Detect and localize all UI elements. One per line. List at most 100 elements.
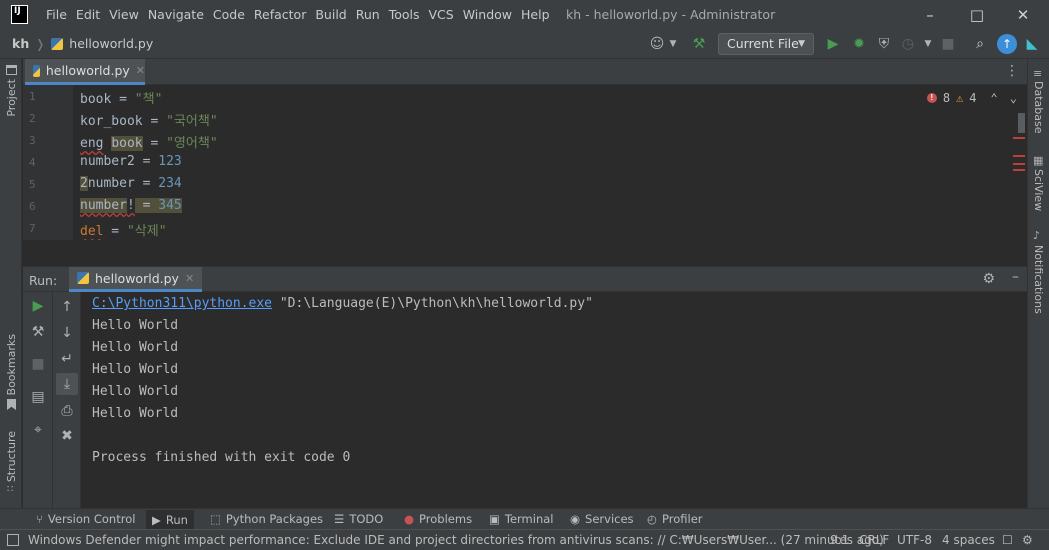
previous-highlight-icon[interactable]: ⌃: [991, 91, 998, 105]
editor-scrollbar-thumb[interactable]: [1018, 113, 1025, 133]
more-tabs-icon[interactable]: ⋮: [1005, 63, 1019, 79]
bookmarks-tool-button[interactable]: Bookmarks: [5, 334, 18, 395]
error-stripe-mark[interactable]: [1013, 155, 1025, 157]
profile-icon[interactable]: ◷: [899, 35, 917, 53]
menu-tools[interactable]: Tools: [389, 7, 420, 22]
structure-icon: ∷: [7, 484, 14, 495]
run-panel: ▶ ⚒ ■ ▤ ⌖ ↑ ↓ ↵ ⤓ ⎙ ✖ C:\Python311\pytho…: [23, 292, 1027, 508]
editor-tab-helloworld[interactable]: helloworld.py ✕: [25, 59, 145, 85]
console-command-line: C:\Python311\python.exe "D:\Language(E)\…: [92, 296, 593, 311]
arrow-up-icon[interactable]: ↑: [56, 296, 78, 318]
code-with-me-icon[interactable]: ◣: [1023, 35, 1041, 53]
services-icon: ◉: [570, 512, 581, 526]
minimize-icon[interactable]: –: [920, 5, 940, 25]
python-packages-tab[interactable]: ⬚ Python Packages: [210, 512, 323, 526]
run-toolbar-primary: ▶ ⚒ ■ ▤ ⌖: [23, 292, 53, 508]
build-hammer-icon[interactable]: ⚒: [690, 35, 708, 53]
editor-tab-label: helloworld.py: [45, 63, 130, 78]
terminal-icon: ▣: [489, 512, 500, 526]
stop-icon[interactable]: ■: [27, 353, 49, 375]
version-control-tab[interactable]: ⑂ Version Control: [36, 512, 135, 526]
run-panel-header: Run: helloworld.py ✕ ⚙ –: [23, 266, 1027, 292]
notifications-tool-button[interactable]: Notifications: [1032, 245, 1045, 314]
menu-view[interactable]: View: [109, 7, 139, 22]
project-tool-button[interactable]: Project: [5, 79, 18, 117]
line-number: 4: [29, 156, 36, 169]
terminal-tab[interactable]: ▣ Terminal: [489, 512, 553, 526]
pin-icon[interactable]: ⌖: [27, 419, 49, 441]
gear-icon[interactable]: ⚙: [982, 271, 995, 287]
menu-file[interactable]: File: [46, 7, 67, 22]
menu-help[interactable]: Help: [521, 7, 550, 22]
error-stripe-mark[interactable]: [1013, 163, 1025, 165]
problems-tab[interactable]: ● Problems: [404, 512, 472, 526]
scroll-to-end-icon[interactable]: ⤓: [56, 373, 78, 395]
next-highlight-icon[interactable]: ⌄: [1010, 91, 1017, 105]
run-icon[interactable]: ▶: [824, 35, 842, 53]
menu-navigate[interactable]: Navigate: [148, 7, 204, 22]
code-line-6: number! = 345: [80, 198, 182, 213]
tab-close-icon[interactable]: ✕: [136, 64, 145, 77]
breadcrumb-file[interactable]: helloworld.py: [69, 36, 153, 51]
list-icon: ☰: [334, 512, 345, 526]
interpreter-icon[interactable]: ⚙: [1022, 533, 1033, 547]
right-tool-strip: ≡ Database ▦ SciView ♪ Notifications: [1027, 59, 1049, 509]
sciview-tool-button[interactable]: SciView: [1032, 169, 1045, 211]
caret-position[interactable]: 9:1: [830, 533, 849, 547]
database-tool-button[interactable]: Database: [1032, 81, 1045, 134]
layout-icon[interactable]: ▤: [27, 386, 49, 408]
menu-build[interactable]: Build: [315, 7, 346, 22]
tab-close-icon[interactable]: ✕: [185, 272, 194, 285]
services-tab[interactable]: ◉ Services: [570, 512, 634, 526]
more-run-options-icon[interactable]: ▼: [919, 35, 937, 53]
code-editor[interactable]: 1 2 3 4 5 6 7 book = "책" kor_book = "국어책…: [23, 85, 1027, 240]
close-icon[interactable]: ✕: [1013, 5, 1033, 25]
arrow-down-icon[interactable]: ↓: [56, 322, 78, 344]
debug-icon[interactable]: ✹: [850, 35, 868, 53]
soft-wrap-icon[interactable]: ↵: [56, 348, 78, 370]
inspection-widget[interactable]: ! 8 ⚠ 4 ⌃ ⌄: [926, 91, 1017, 105]
console-output-line: Hello World: [92, 318, 179, 333]
structure-tool-button[interactable]: Structure: [5, 431, 18, 482]
print-icon[interactable]: ⎙: [56, 400, 78, 422]
menu-run[interactable]: Run: [356, 7, 380, 22]
file-encoding[interactable]: UTF-8: [897, 533, 932, 547]
trash-icon[interactable]: ✖: [56, 425, 78, 447]
error-icon: ●: [404, 512, 415, 526]
hide-panel-icon[interactable]: –: [1012, 269, 1019, 285]
run-tab-helloworld[interactable]: helloworld.py ✕: [69, 267, 203, 292]
indent-setting[interactable]: 4 spaces: [942, 533, 995, 547]
run-configuration-select[interactable]: Current File ▼: [718, 33, 814, 55]
menu-refactor[interactable]: Refactor: [254, 7, 306, 22]
maximize-icon[interactable]: □: [967, 5, 987, 25]
lock-icon[interactable]: ☐: [1002, 533, 1013, 547]
coverage-icon[interactable]: ⛨: [875, 35, 893, 53]
line-number: 7: [29, 222, 36, 235]
menu-vcs[interactable]: VCS: [429, 7, 454, 22]
menu-window[interactable]: Window: [463, 7, 512, 22]
rerun-icon[interactable]: ▶: [27, 295, 49, 317]
editor-panel-splitter[interactable]: [23, 240, 1027, 266]
run-tab-label: helloworld.py: [95, 270, 179, 286]
update-icon[interactable]: ↑: [997, 34, 1017, 54]
status-message[interactable]: Windows Defender might impact performanc…: [28, 533, 884, 547]
tool-windows-icon[interactable]: [7, 534, 19, 546]
todo-tab[interactable]: ☰ TODO: [334, 512, 383, 526]
error-stripe-mark[interactable]: [1013, 137, 1025, 139]
stop-icon[interactable]: ■: [939, 35, 957, 53]
run-tool-tab[interactable]: ▶ Run: [146, 510, 194, 529]
error-stripe-mark[interactable]: [1013, 169, 1025, 171]
line-separator[interactable]: CRLF: [859, 533, 889, 547]
chevron-down-icon[interactable]: ▼: [664, 35, 682, 53]
profiler-tab[interactable]: ◴ Profiler: [647, 512, 703, 526]
main-menu: File Edit View Navigate Code Refactor Bu…: [46, 7, 559, 22]
menu-edit[interactable]: Edit: [76, 7, 100, 22]
menu-code[interactable]: Code: [213, 7, 245, 22]
title-bar: IJ File Edit View Navigate Code Refactor…: [0, 0, 1049, 30]
search-icon[interactable]: ⌕: [971, 35, 989, 53]
wrench-icon[interactable]: ⚒: [27, 321, 49, 343]
breadcrumb-project[interactable]: kh: [12, 36, 29, 51]
warning-icon: ⚠: [956, 91, 964, 105]
python-exe-link[interactable]: C:\Python311\python.exe: [92, 296, 272, 311]
console-output-line: Hello World: [92, 406, 179, 421]
